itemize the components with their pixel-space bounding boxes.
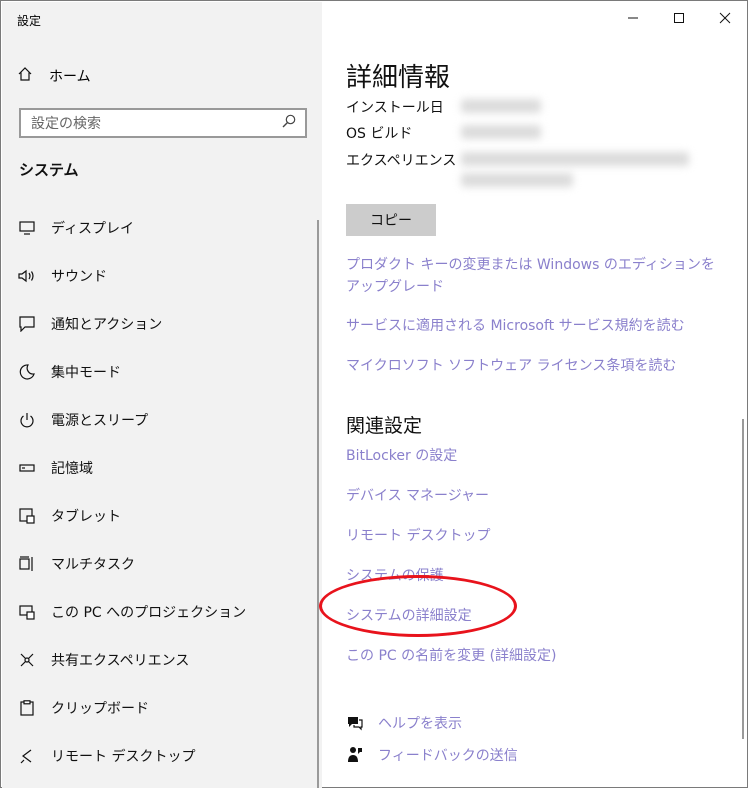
section-title: システム (19, 161, 79, 179)
related-settings-title: 関連設定 (346, 415, 423, 437)
multitask-icon (17, 554, 37, 574)
sidebar-scrollbar[interactable] (317, 220, 319, 788)
sidebar-item-sound[interactable]: サウンド (17, 252, 246, 300)
search-icon[interactable] (281, 113, 297, 133)
device-manager-link[interactable]: デバイス マネージャー (346, 485, 489, 505)
sidebar-item-label: クリップボード (51, 701, 149, 717)
sidebar-item-label: リモート デスクトップ (51, 749, 196, 765)
sidebar-item-clipboard[interactable]: クリップボード (17, 684, 246, 732)
redacted-value (461, 125, 541, 139)
maximize-icon[interactable] (668, 7, 690, 29)
projection-icon (17, 602, 37, 622)
help-link[interactable]: ヘルプを表示 (346, 713, 462, 733)
sidebar: 設定 ホーム 設定の検索 システム ディスプレイ サウンド 通知とアクション 集… (2, 2, 322, 788)
sidebar-item-projection[interactable]: この PC へのプロジェクション (17, 588, 246, 636)
change-product-key-link[interactable]: プロダクト キーの変更または Windows のエディションをアップグレード (346, 254, 726, 298)
search-box[interactable]: 設定の検索 (19, 108, 307, 138)
sidebar-item-label: サウンド (51, 269, 107, 285)
license-terms-link[interactable]: マイクロソフト ソフトウェア ライセンス条項を読む (346, 355, 676, 375)
sidebar-item-label: 記憶域 (51, 461, 93, 477)
sidebar-item-power[interactable]: 電源とスリープ (17, 396, 246, 444)
display-icon (17, 218, 37, 238)
help-icon (346, 714, 364, 732)
feedback-link[interactable]: フィードバックの送信 (346, 745, 518, 765)
info-label-os-build: OS ビルド (346, 126, 413, 142)
sidebar-item-focus[interactable]: 集中モード (17, 348, 246, 396)
sidebar-item-tablet[interactable]: タブレット (17, 492, 246, 540)
clipboard-icon (17, 698, 37, 718)
minimize-icon[interactable] (622, 7, 644, 29)
sidebar-item-storage[interactable]: 記憶域 (17, 444, 246, 492)
service-terms-link[interactable]: サービスに適用される Microsoft サービス規約を読む (346, 315, 685, 335)
annotation-ellipse (319, 575, 517, 637)
tablet-icon (17, 506, 37, 526)
page-title: 詳細情報 (346, 63, 451, 93)
sound-icon (17, 266, 37, 286)
info-label-install-date: インストール日 (346, 100, 444, 116)
content-scrollbar[interactable] (742, 419, 744, 739)
sidebar-item-display[interactable]: ディスプレイ (17, 204, 246, 252)
sidebar-item-label: 集中モード (51, 365, 121, 381)
sidebar-item-shared[interactable]: 共有エクスペリエンス (17, 636, 246, 684)
sidebar-item-label: この PC へのプロジェクション (51, 605, 247, 621)
bitlocker-link[interactable]: BitLocker の設定 (346, 445, 457, 465)
copy-button[interactable]: コピー (346, 204, 436, 236)
power-icon (17, 410, 37, 430)
home-nav-item[interactable]: ホーム (17, 64, 91, 88)
notification-icon (17, 314, 37, 334)
sidebar-nav: ディスプレイ サウンド 通知とアクション 集中モード 電源とスリープ 記憶域 タ… (17, 204, 246, 780)
info-label-experience: エクスペリエンス (346, 153, 457, 169)
redacted-value (461, 152, 689, 166)
rename-pc-link[interactable]: この PC の名前を変更 (詳細設定) (346, 645, 557, 665)
remote-desktop-link[interactable]: リモート デスクトップ (346, 525, 490, 545)
sidebar-item-notifications[interactable]: 通知とアクション (17, 300, 246, 348)
sidebar-item-label: 通知とアクション (51, 317, 163, 333)
sidebar-item-remote[interactable]: リモート デスクトップ (17, 732, 246, 780)
sidebar-item-multitask[interactable]: マルチタスク (17, 540, 246, 588)
remote-icon (17, 746, 37, 766)
storage-icon (17, 458, 37, 478)
sidebar-item-label: ディスプレイ (51, 221, 135, 237)
home-label: ホーム (49, 69, 91, 85)
moon-icon (17, 362, 37, 382)
search-input[interactable]: 設定の検索 (31, 113, 101, 133)
redacted-value (461, 173, 573, 187)
sidebar-item-label: タブレット (51, 509, 121, 525)
feedback-label: フィードバックの送信 (378, 748, 518, 764)
share-icon (17, 650, 37, 670)
app-title: 設定 (17, 14, 42, 28)
close-icon[interactable] (714, 7, 736, 29)
sidebar-item-label: 電源とスリープ (51, 413, 149, 429)
home-icon (17, 66, 49, 86)
help-label: ヘルプを表示 (378, 716, 462, 732)
settings-window: 設定 ホーム 設定の検索 システム ディスプレイ サウンド 通知とアクション 集… (0, 0, 748, 788)
sidebar-item-label: 共有エクスペリエンス (51, 653, 190, 669)
feedback-icon (346, 746, 364, 764)
sidebar-item-label: マルチタスク (51, 557, 135, 573)
redacted-value (461, 99, 541, 113)
